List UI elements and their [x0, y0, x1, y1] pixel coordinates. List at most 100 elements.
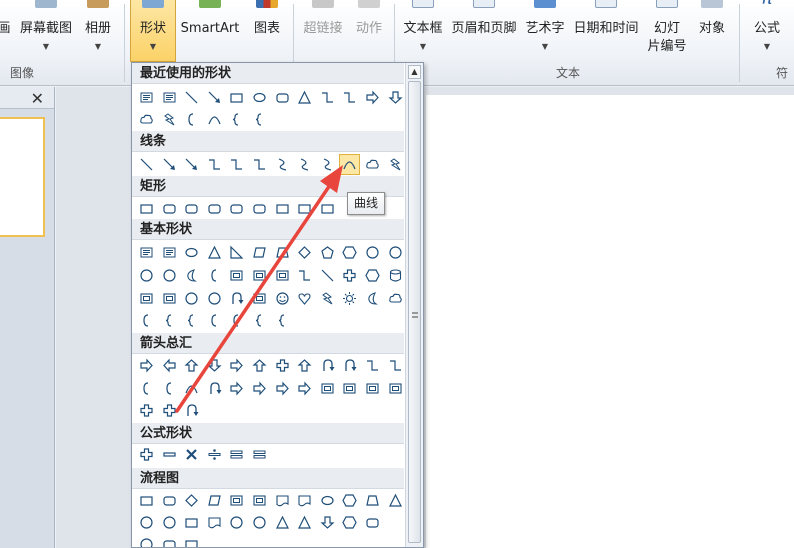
- bracket-shape-icon[interactable]: [204, 265, 225, 286]
- frame-shape-icon[interactable]: [136, 288, 157, 309]
- rect-shape-icon[interactable]: [181, 512, 202, 533]
- bracket-shape-icon[interactable]: [181, 109, 202, 130]
- para-shape-icon[interactable]: [204, 490, 225, 511]
- minus-shape-icon[interactable]: [159, 444, 180, 465]
- album-button[interactable]: 相册 ▼: [80, 0, 116, 62]
- textbox-shape-icon[interactable]: [159, 87, 180, 108]
- line-shape-icon[interactable]: [136, 154, 157, 175]
- uturn-shape-icon[interactable]: [226, 288, 247, 309]
- bolt-shape-icon[interactable]: [159, 109, 180, 130]
- circle-shape-icon[interactable]: [136, 534, 157, 547]
- datetime-button[interactable]: 日期和时间: [570, 0, 642, 62]
- bolt-shape-icon[interactable]: [317, 288, 338, 309]
- brace-shape-icon[interactable]: [249, 109, 270, 130]
- rrect-shape-icon[interactable]: [159, 198, 180, 219]
- circle-shape-icon[interactable]: [159, 265, 180, 286]
- bracket-shape-icon[interactable]: [136, 310, 157, 331]
- bolt-shape-icon[interactable]: [385, 154, 406, 175]
- arrowR-shape-icon[interactable]: [294, 378, 315, 399]
- elbow-shape-icon[interactable]: [249, 154, 270, 175]
- tri-shape-icon[interactable]: [294, 512, 315, 533]
- scurve-shape-icon[interactable]: [294, 154, 315, 175]
- textbox-shape-icon[interactable]: [136, 242, 157, 263]
- textbox-button[interactable]: 文本框 ▼: [400, 0, 446, 62]
- brace-shape-icon[interactable]: [159, 310, 180, 331]
- cloud-shape-icon[interactable]: [362, 154, 383, 175]
- moon-shape-icon[interactable]: [181, 265, 202, 286]
- frame-shape-icon[interactable]: [249, 265, 270, 286]
- rect-shape-icon[interactable]: [136, 490, 157, 511]
- scurve-shape-icon[interactable]: [272, 154, 293, 175]
- arrowR-shape-icon[interactable]: [362, 87, 383, 108]
- pent-shape-icon[interactable]: [317, 242, 338, 263]
- equal-shape-icon[interactable]: [226, 444, 247, 465]
- cyl-shape-icon[interactable]: [385, 265, 406, 286]
- frame-shape-icon[interactable]: [385, 378, 406, 399]
- plus-shape-icon[interactable]: [272, 355, 293, 376]
- hex-shape-icon[interactable]: [339, 242, 360, 263]
- heart-shape-icon[interactable]: [294, 288, 315, 309]
- shapes-button[interactable]: 形状 ▼: [130, 0, 176, 62]
- scroll-up-icon[interactable]: ▲: [408, 65, 421, 79]
- circle-shape-icon[interactable]: [249, 512, 270, 533]
- wordart-button[interactable]: 艺术字 ▼: [522, 0, 568, 62]
- object-button[interactable]: 对象: [692, 0, 732, 62]
- circle-shape-icon[interactable]: [204, 288, 225, 309]
- arrowR-shape-icon[interactable]: [226, 355, 247, 376]
- rrect-shape-icon[interactable]: [159, 534, 180, 547]
- rect-shape-icon[interactable]: [181, 534, 202, 547]
- brace-shape-icon[interactable]: [181, 310, 202, 331]
- tri-shape-icon[interactable]: [294, 87, 315, 108]
- trap-shape-icon[interactable]: [272, 242, 293, 263]
- elbow-shape-icon[interactable]: [317, 87, 338, 108]
- arrowU-shape-icon[interactable]: [249, 355, 270, 376]
- formula-button[interactable]: π 公式 ▼: [746, 0, 788, 62]
- hex-shape-icon[interactable]: [339, 490, 360, 511]
- tri-shape-icon[interactable]: [272, 512, 293, 533]
- bracket-shape-icon[interactable]: [226, 310, 247, 331]
- arrowR-shape-icon[interactable]: [272, 378, 293, 399]
- line-shape-icon[interactable]: [181, 87, 202, 108]
- circle-shape-icon[interactable]: [136, 512, 157, 533]
- arrowR-shape-icon[interactable]: [226, 378, 247, 399]
- circle-shape-icon[interactable]: [136, 265, 157, 286]
- curve-shape-icon[interactable]: [339, 154, 361, 175]
- rrect-shape-icon[interactable]: [204, 198, 225, 219]
- elbow-shape-icon[interactable]: [339, 87, 360, 108]
- elbow-shape-icon[interactable]: [385, 355, 406, 376]
- curve-shape-icon[interactable]: [204, 109, 225, 130]
- elbow-shape-icon[interactable]: [204, 154, 225, 175]
- uturn-shape-icon[interactable]: [339, 355, 360, 376]
- doc-shape-icon[interactable]: [272, 490, 293, 511]
- frame-shape-icon[interactable]: [339, 378, 360, 399]
- rrect-shape-icon[interactable]: [272, 87, 293, 108]
- frame-shape-icon[interactable]: [362, 378, 383, 399]
- bracket-shape-icon[interactable]: [204, 310, 225, 331]
- textbox-shape-icon[interactable]: [136, 87, 157, 108]
- moon-shape-icon[interactable]: [362, 288, 383, 309]
- scurve-shape-icon[interactable]: [317, 154, 338, 175]
- plus-shape-icon[interactable]: [136, 400, 157, 421]
- diamond-shape-icon[interactable]: [181, 490, 202, 511]
- rect-shape-icon[interactable]: [317, 198, 338, 219]
- tri-shape-icon[interactable]: [204, 242, 225, 263]
- para-shape-icon[interactable]: [249, 242, 270, 263]
- circle-shape-icon[interactable]: [362, 242, 383, 263]
- rect-shape-icon[interactable]: [294, 198, 315, 219]
- frame-shape-icon[interactable]: [249, 490, 270, 511]
- rect-shape-icon[interactable]: [136, 198, 157, 219]
- rrect-shape-icon[interactable]: [362, 512, 383, 533]
- circle-shape-icon[interactable]: [159, 512, 180, 533]
- brace-shape-icon[interactable]: [272, 310, 293, 331]
- circle-shape-icon[interactable]: [385, 242, 406, 263]
- hex-shape-icon[interactable]: [362, 265, 383, 286]
- tri-shape-icon[interactable]: [385, 490, 406, 511]
- arrowD-shape-icon[interactable]: [204, 355, 225, 376]
- bracket-shape-icon[interactable]: [136, 378, 157, 399]
- uturn-shape-icon[interactable]: [204, 378, 225, 399]
- uturn-shape-icon[interactable]: [317, 355, 338, 376]
- frame-shape-icon[interactable]: [226, 265, 247, 286]
- arrowline-shape-icon[interactable]: [181, 154, 202, 175]
- brace-shape-icon[interactable]: [249, 310, 270, 331]
- sun-shape-icon[interactable]: [339, 288, 360, 309]
